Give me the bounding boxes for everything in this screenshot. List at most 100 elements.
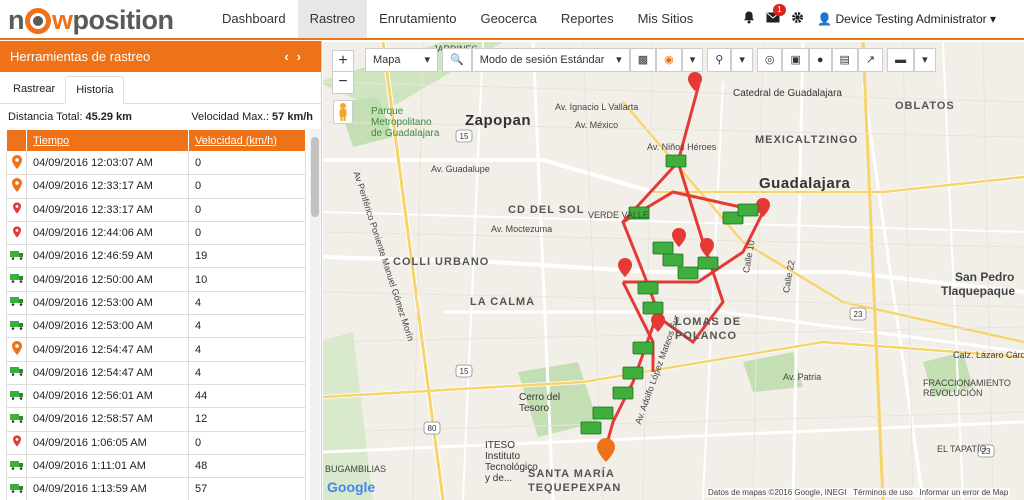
truck-marker-icon[interactable] [632,341,654,355]
session-mode-select[interactable]: Modo de sesión Estándar ▾ [471,48,630,72]
truck-marker-icon[interactable] [697,256,719,270]
tracking-tools-panel: Herramientas de rastreo ‹› Rastrear Hist… [0,41,322,500]
table-scrollbar[interactable] [310,129,320,500]
user-menu[interactable]: 👤 Device Testing Administrator ▾ [809,12,1024,26]
nav-enrutamiento[interactable]: Enrutamiento [367,0,468,38]
zoom-out-button[interactable]: − [332,72,354,94]
nav-right: 1 👤 Device Testing Administrator ▾ [737,0,1024,38]
map-type-value: Mapa [373,54,401,66]
prev-arrow-icon[interactable]: ‹ [284,49,296,64]
table-row[interactable]: 04/09/2016 12:44:06 AM 0 [6,220,306,246]
column-header-velocidad[interactable]: Velocidad (km/h) [188,129,306,152]
distance-stat: Distancia Total: 45.29 km [8,104,132,130]
map-label-mexico: Av. México [575,120,619,130]
truck-marker-icon[interactable] [592,406,614,420]
map-label-zapopan: Zapopan [465,112,531,129]
icon-column-header [6,129,27,152]
zoom-in-button[interactable]: + [332,50,354,72]
globe-icon[interactable]: ● [808,48,832,72]
logo-ring-icon [25,8,51,34]
truck-icon [6,383,27,409]
highway-number-80: 80 [428,424,437,433]
layers-icon[interactable]: ▬ [887,48,915,72]
chevron-down-icon[interactable]: ▾ [914,48,936,72]
truck-marker-icon[interactable] [580,421,602,435]
truck-marker-icon[interactable] [642,301,664,315]
chevron-down-icon[interactable]: ▾ [681,48,704,72]
nav-mis-sitios[interactable]: Mis Sitios [626,0,706,38]
search-icon[interactable]: 🔍 [442,48,472,72]
visibility-icon[interactable]: ◉ [656,48,682,72]
truck-icon [6,267,27,292]
time-cell: 04/09/2016 12:58:57 AM [26,407,189,432]
nav-dashboard[interactable]: Dashboard [210,0,298,38]
truck-icon [6,360,27,385]
truck-icon [6,453,27,479]
report-error-link[interactable]: Informar un error de Map [919,488,1008,497]
nowposition-logo[interactable]: n w position [8,4,174,36]
table-row[interactable]: 04/09/2016 12:54:47 AM 4 [6,360,306,385]
bell-icon[interactable] [737,11,761,27]
truck-marker-icon[interactable] [677,266,699,280]
print-icon[interactable]: ▤ [831,48,858,72]
export-icon[interactable]: ↗ [857,48,884,72]
table-row[interactable]: 04/09/2016 12:58:57 AM 12 [6,407,306,432]
truck-marker-icon[interactable] [622,366,644,380]
chevron-down-icon: ▾ [424,54,430,66]
google-logo-text: Google [327,479,376,495]
next-arrow-icon[interactable]: › [297,49,309,64]
tab-historia[interactable]: Historia [65,76,125,104]
map-canvas[interactable]: 15 15 80 23 23 Zapopan Guadalajara OBLAT… [323,42,1024,500]
terms-link[interactable]: Términos de uso [853,488,913,497]
truck-icon [6,314,27,339]
orange-pin-icon [6,337,27,362]
map-label-cd-del-sol: CD DEL SOL [508,204,585,216]
map-label-mexicaltzingo: MEXICALTZINGO [755,134,859,146]
target-icon[interactable]: ◎ [756,48,783,72]
gear-icon[interactable] [785,11,809,27]
table-row[interactable]: 04/09/2016 12:53:00 AM 4 [6,290,306,316]
nav-rastreo[interactable]: Rastreo [297,0,368,38]
nav-geocerca[interactable]: Geocerca [468,0,548,38]
top-navbar: n w position Dashboard Rastreo Enrutamient… [0,0,1024,40]
truck-marker-icon[interactable] [665,154,687,168]
table-row[interactable]: 04/09/2016 12:33:17 AM 0 [6,174,306,199]
location-pin-icon[interactable]: ⚲ [707,48,732,72]
map-type-select[interactable]: Mapa ▾ [365,48,438,72]
nav-reportes[interactable]: Reportes [549,0,626,38]
column-header-tiempo[interactable]: Tiempo [26,129,189,152]
session-mode-value: Modo de sesión Estándar [479,54,605,66]
messages-icon[interactable]: 1 [761,4,786,26]
table-row[interactable]: 04/09/2016 12:46:59 AM 19 [6,244,306,269]
speed-cell: 0 [188,197,306,222]
table-row[interactable]: 04/09/2016 12:33:17 AM 0 [6,197,306,222]
table-row[interactable]: 04/09/2016 1:13:59 AM 57 [6,477,306,500]
lock-icon[interactable]: ▣ [782,48,809,72]
map-label-catedral: Catedral de Guadalajara [733,88,842,99]
time-cell: 04/09/2016 1:11:01 AM [26,453,189,479]
truck-marker-icon[interactable] [612,386,634,400]
truck-marker-icon[interactable] [737,203,759,217]
table-row[interactable]: 04/09/2016 12:03:07 AM 0 [6,150,306,176]
panel-header: Herramientas de rastreo ‹› [0,41,321,72]
truck-marker-icon[interactable] [637,281,659,295]
map-label-ninos-heroes: Av. Niños Héroes [647,142,717,152]
table-row[interactable]: 04/09/2016 12:56:01 AM 44 [6,383,306,409]
history-table: Tiempo Velocidad (km/h) 04/09/2016 12:03… [6,129,306,500]
table-row[interactable]: 04/09/2016 1:06:05 AM 0 [6,430,306,455]
table-row[interactable]: 04/09/2016 1:11:01 AM 48 [6,453,306,479]
chevron-down-icon[interactable]: ▾ [731,48,753,72]
truck-marker-icon[interactable] [662,253,684,267]
table-row[interactable]: 04/09/2016 12:53:00 AM 4 [6,314,306,339]
orange-pin-icon [6,174,27,199]
vehicles-icon[interactable]: ▩ [629,48,657,72]
speed-cell: 4 [188,290,306,316]
time-cell: 04/09/2016 12:56:01 AM [26,383,189,409]
table-row[interactable]: 04/09/2016 12:50:00 AM 10 [6,267,306,292]
scrollbar-thumb[interactable] [311,137,319,217]
street-view-pegman-icon[interactable] [333,100,353,124]
distance-value: 45.29 km [85,111,132,123]
tab-rastrear[interactable]: Rastrear [3,76,65,103]
table-row[interactable]: 04/09/2016 12:54:47 AM 4 [6,337,306,362]
truck-marker-icon[interactable] [652,241,674,255]
